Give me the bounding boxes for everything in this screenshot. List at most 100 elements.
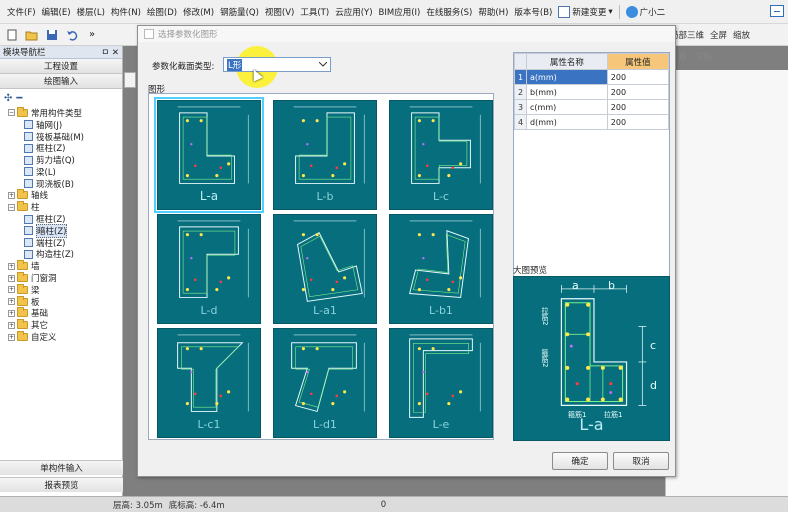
document-icon [558,5,571,18]
minimize-button[interactable] [770,5,784,17]
bottom-elevation: 底标高: -6.4m [168,500,225,511]
tree-node[interactable]: 剪力墙(Q) [2,154,122,166]
shape-thumbnail[interactable]: L-b1 [389,214,493,324]
menu-item-7[interactable]: 视图(V) [262,6,297,18]
property-value[interactable]: 200 [606,69,670,85]
tree-node[interactable]: 现浇板(B) [2,178,122,190]
chevron-down-icon[interactable] [318,60,328,69]
menu-item-10[interactable]: BIM应用(I) [376,6,424,18]
tree-node[interactable]: 构造柱(Z) [2,249,122,260]
project-settings-button[interactable]: 工程设置 [0,59,122,74]
property-row[interactable]: 1 a(mm) 200 [514,69,670,85]
tree-node[interactable]: + 基础 [2,307,122,319]
tree-node[interactable]: + 墙 [2,260,122,272]
drawing-input-button[interactable]: 绘图输入 [0,74,122,89]
save-icon[interactable] [44,27,60,43]
shape-thumbnail[interactable]: L-e [389,328,493,438]
undo-icon[interactable] [64,27,80,43]
menu-item-13[interactable]: 版本号(B) [511,6,555,18]
menu-item-2[interactable]: 楼层(L) [74,6,108,18]
tree-node[interactable]: + 其它 [2,319,122,331]
tree-node[interactable]: 筏板基础(M) [2,131,122,143]
expand-icon[interactable]: + [8,191,15,199]
expand-icon[interactable]: + [8,298,15,306]
module-navigation-panel: 模块导航栏 ㅁ ✕ 工程设置 绘图输入 ✣ ━ − 常用构件类型 轴网(J) 筏板基础… [0,46,123,496]
dim-b: b [608,279,615,292]
shape-thumbnail[interactable]: L-c1 [157,328,261,438]
shape-thumbnail[interactable]: L-a [154,97,264,213]
menu-item-11[interactable]: 在线服务(S) [423,6,475,18]
section-type-select[interactable]: L形 [223,57,331,72]
tree-node[interactable]: 暗柱(Z) [2,223,122,238]
shape-thumbnail[interactable]: L-d [157,214,261,324]
fullscreen-button[interactable]: 全屏 [710,29,727,41]
shape-thumbnail[interactable]: L-a1 [273,214,377,324]
property-value[interactable]: 200 [606,99,670,115]
menu-item-12[interactable]: 帮助(H) [475,6,511,18]
menu-item-1[interactable]: 编辑(E) [39,6,74,18]
property-value[interactable]: 200 [606,114,670,130]
tree-node[interactable]: − 柱 [2,201,122,213]
menu-item-8[interactable]: 工具(T) [297,6,332,18]
shape-gallery: L-a L-b L-c L-d L-a1 L-b1 L-c1 L-d1 L-e [148,93,494,440]
more-tools-icon[interactable]: » [84,27,100,43]
tree-node[interactable]: + 梁 [2,283,122,296]
ok-button[interactable]: 确定 [552,452,608,470]
tree-node-label: 墙 [31,262,40,273]
property-row[interactable]: 2 b(mm) 200 [514,84,670,100]
folder-icon [17,201,28,212]
menu-item-9[interactable]: 云应用(Y) [332,6,375,18]
single-component-input-button[interactable]: 单构件输入 [0,460,123,475]
tree-node[interactable]: − 常用构件类型 [2,106,122,119]
expand-icon[interactable]: + [8,286,15,294]
report-preview-button[interactable]: 报表预览 [0,477,123,492]
drawing-tab[interactable] [124,72,136,88]
expand-icon[interactable]: + [8,262,15,270]
user-menu[interactable]: 广小二 [623,5,669,18]
expand-icon[interactable]: + [8,309,15,317]
shape-name: L-d [200,304,218,317]
shape-thumbnail[interactable]: L-c [389,100,493,210]
tree-node[interactable]: + 门窗洞 [2,272,122,284]
tree-node[interactable]: + 板 [2,295,122,308]
menu-item-5[interactable]: 修改(M) [180,6,217,18]
shape-thumbnail[interactable]: L-b [273,100,377,210]
expand-icon[interactable]: + [8,274,15,282]
collapse-icon[interactable]: − [8,109,15,117]
tree-node[interactable]: 轴网(J) [2,119,122,131]
cancel-button[interactable]: 取消 [613,452,669,470]
tree-node[interactable]: + 轴线 [2,189,122,201]
menu-item-3[interactable]: 构件(N) [108,6,144,18]
shape-thumbnail[interactable]: L-d1 [273,328,377,438]
zoom-button[interactable]: 缩放 [733,29,750,41]
panel-pin-close[interactable]: ㅁ ✕ [101,46,119,58]
property-row[interactable]: 3 c(mm) 200 [514,99,670,115]
dim-c: c [650,339,657,352]
property-row[interactable]: 4 d(mm) 200 [514,114,670,130]
tree-node[interactable]: 端柱(Z) [2,237,122,249]
menu-item-6[interactable]: 钢筋量(Q) [217,6,262,18]
new-change-menu[interactable]: 新建变更 ▾ [555,5,615,18]
collapse-all-icon[interactable]: ━ [16,93,22,104]
large-preview-label: 大图预览 [513,266,548,276]
menu-item-0[interactable]: 文件(F) [4,6,39,18]
new-file-icon[interactable] [4,27,20,43]
expand-icon[interactable]: + [8,333,15,341]
collapse-icon[interactable]: − [8,203,15,211]
row-index: 3 [514,99,527,115]
shape-name: L-c [433,190,449,203]
shape-name: L-a1 [313,304,337,317]
tree-node[interactable]: 梁(L) [2,166,122,178]
property-value[interactable]: 200 [606,84,670,100]
tree-node[interactable]: + 自定义 [2,331,122,343]
expand-icon[interactable]: + [8,321,15,329]
open-file-icon[interactable] [24,27,40,43]
floor-height: 层高: 3.05m [113,500,163,511]
dialog-title: 选择参数化图形 [158,30,218,40]
large-preview: a b c d 拉筋2 箍筋2 箍筋1 拉筋1 L-a [513,276,670,441]
tree-node[interactable]: 框柱(Z) [2,142,122,154]
move-down-button[interactable]: 下移 [695,51,712,63]
menu-item-4[interactable]: 绘图(D) [144,6,180,18]
expand-all-icon[interactable]: ✣ [4,93,12,104]
dim-a: a [572,279,579,292]
